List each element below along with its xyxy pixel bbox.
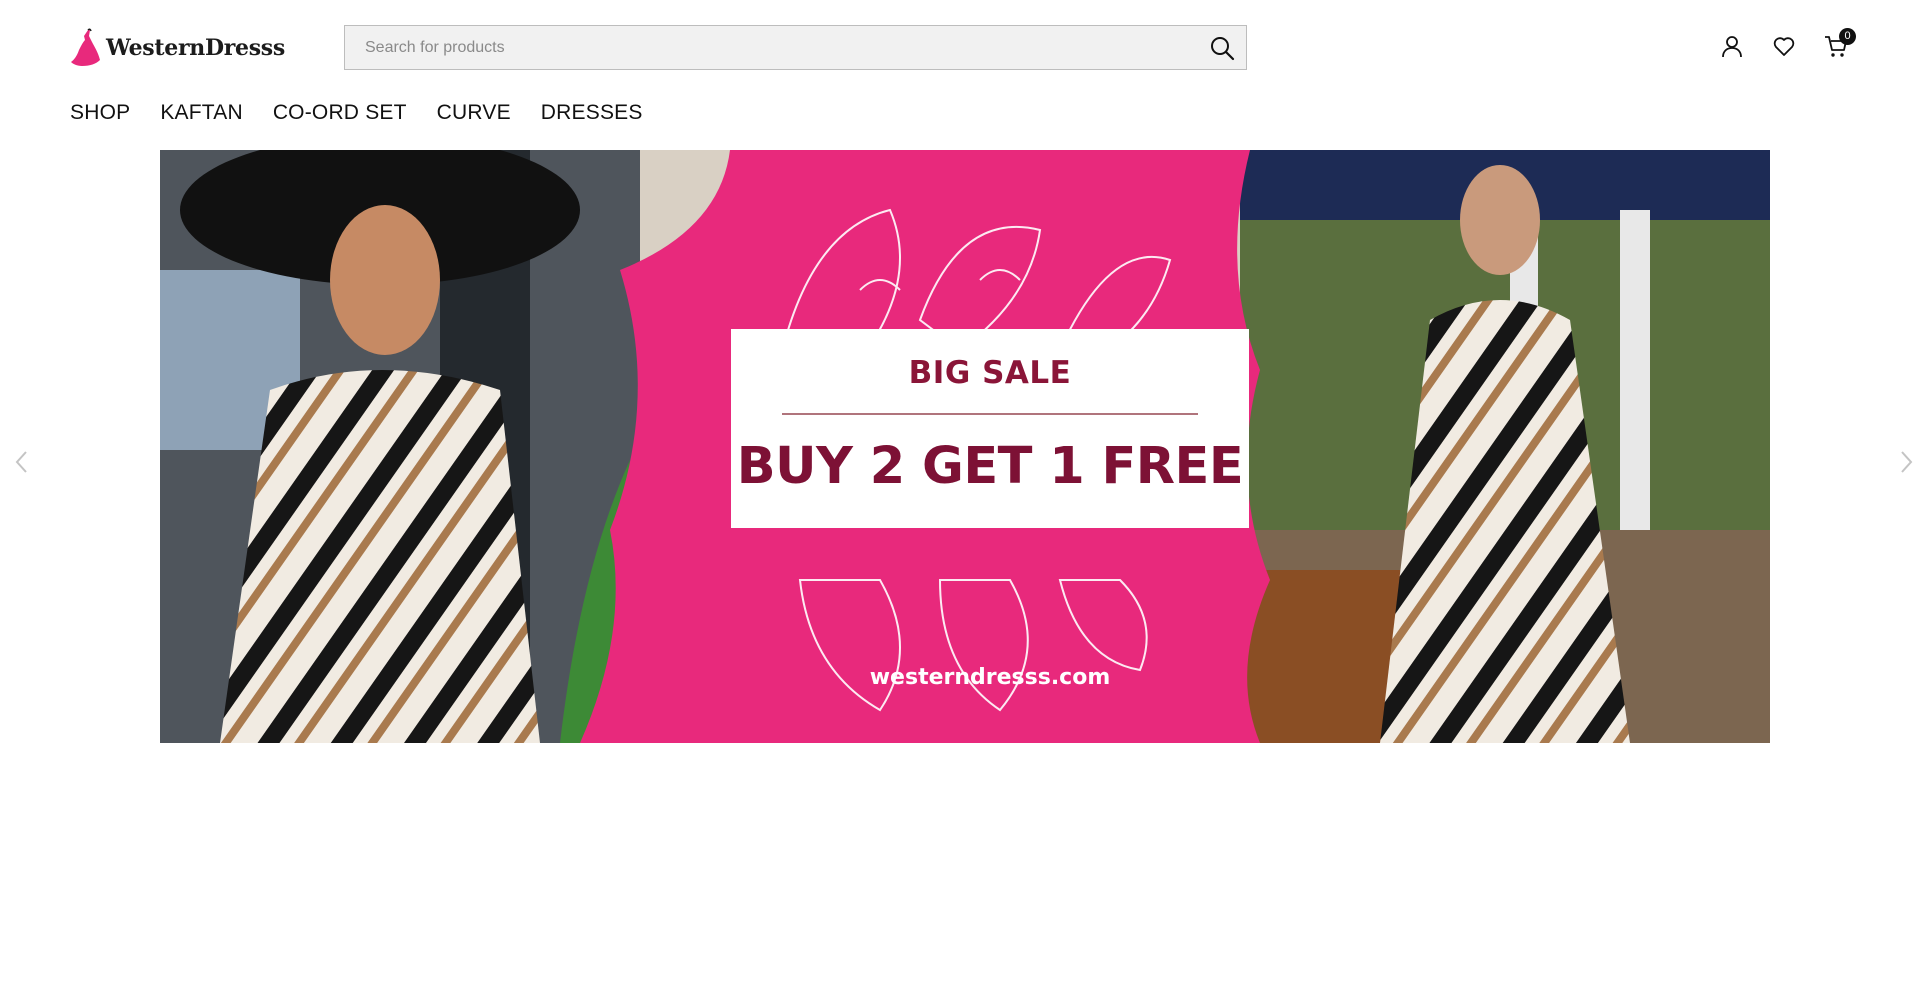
carousel-next-button[interactable] <box>1896 447 1916 477</box>
cart-count-badge: 0 <box>1839 28 1856 45</box>
sale-headline: BIG SALE <box>908 355 1072 391</box>
site-header: WesternDresss Search for products 0 <box>0 0 1920 98</box>
search-button[interactable] <box>1208 34 1236 62</box>
search-bar <box>344 25 1247 70</box>
cart-button[interactable]: 0 <box>1824 28 1856 58</box>
sale-offer: BUY 2 GET 1 FREE <box>736 437 1244 496</box>
chevron-left-icon <box>15 451 27 473</box>
header-actions: 0 <box>1720 28 1856 58</box>
carousel-prev-button[interactable] <box>12 447 32 477</box>
account-button[interactable] <box>1720 34 1744 58</box>
heart-icon <box>1773 37 1795 56</box>
main-nav: SHOP KAFTAN CO-ORD SET CURVE DRESSES <box>70 101 643 125</box>
banner-website: westerndresss.com <box>869 665 1111 690</box>
nav-item-kaftan[interactable]: KAFTAN <box>160 101 242 125</box>
hero-banner[interactable]: BIG SALE BUY 2 GET 1 FREE westerndresss.… <box>160 150 1770 743</box>
nav-item-dresses[interactable]: DRESSES <box>541 101 643 125</box>
brand-name: WesternDresss <box>106 35 285 61</box>
sale-divider <box>782 413 1198 415</box>
nav-item-shop[interactable]: SHOP <box>70 101 130 125</box>
search-icon <box>1211 37 1235 61</box>
chevron-right-icon <box>1901 451 1913 473</box>
search-input[interactable] <box>345 26 1185 69</box>
wishlist-button[interactable] <box>1772 34 1796 58</box>
nav-item-co-ord-set[interactable]: CO-ORD SET <box>273 101 407 125</box>
brand-logo[interactable]: WesternDresss <box>70 28 285 68</box>
sale-card: BIG SALE BUY 2 GET 1 FREE <box>731 329 1249 528</box>
nav-item-curve[interactable]: CURVE <box>437 101 511 125</box>
user-icon <box>1722 36 1742 58</box>
dress-logo-icon <box>71 28 100 66</box>
